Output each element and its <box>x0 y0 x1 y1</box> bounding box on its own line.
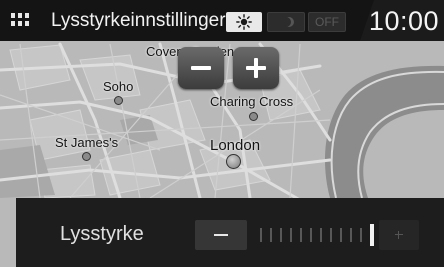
minus-icon <box>191 66 211 70</box>
moon-icon <box>281 17 291 27</box>
place-label-london: London <box>210 137 261 154</box>
brightness-tick <box>320 228 322 242</box>
place-label-soho: Soho <box>103 79 134 94</box>
sun-icon <box>236 14 252 30</box>
place-marker-st-james[interactable] <box>82 152 91 161</box>
brightness-panel: Lysstyrke <box>16 198 444 267</box>
zoom-in-button[interactable] <box>233 47 279 89</box>
page-title: Lysstyrkeinnstillinger <box>51 10 226 31</box>
brightness-tick <box>270 228 272 242</box>
night-mode-button[interactable] <box>267 12 305 32</box>
header-bar: Lysstyrkeinnstillinger OFF 10:00 <box>0 0 444 41</box>
plus-icon <box>395 234 403 235</box>
brightness-tick <box>290 228 292 242</box>
place-label-st-james: St James's <box>55 135 119 150</box>
clock-panel: 10:00 <box>360 0 444 41</box>
place-marker-charing-cross[interactable] <box>249 112 258 121</box>
brightness-tick <box>280 228 282 242</box>
place-label-charing-cross: Charing Cross <box>210 94 294 109</box>
brightness-increase-button[interactable] <box>379 220 419 250</box>
brightness-settings-screen: Covent Garden Soho Charing Cross St Jame… <box>0 0 444 267</box>
brightness-tick <box>300 228 302 242</box>
brightness-tick <box>360 228 362 242</box>
grid-menu-icon[interactable] <box>11 13 29 27</box>
place-marker-london[interactable] <box>226 154 241 169</box>
day-mode-button[interactable] <box>226 12 262 32</box>
brightness-label: Lysstyrke <box>60 223 144 245</box>
brightness-level-indicator[interactable] <box>254 224 374 246</box>
brightness-level-marker <box>370 224 374 246</box>
brightness-tick <box>330 228 332 242</box>
off-mode-button[interactable]: OFF <box>308 12 346 32</box>
brightness-tick <box>260 228 262 242</box>
minus-icon <box>214 234 228 236</box>
place-marker-soho[interactable] <box>114 96 123 105</box>
brightness-tick <box>310 228 312 242</box>
brightness-decrease-button[interactable] <box>195 220 247 250</box>
zoom-out-button[interactable] <box>178 47 224 89</box>
brightness-tick <box>340 228 342 242</box>
clock: 10:00 <box>368 6 439 36</box>
brightness-tick <box>350 228 352 242</box>
